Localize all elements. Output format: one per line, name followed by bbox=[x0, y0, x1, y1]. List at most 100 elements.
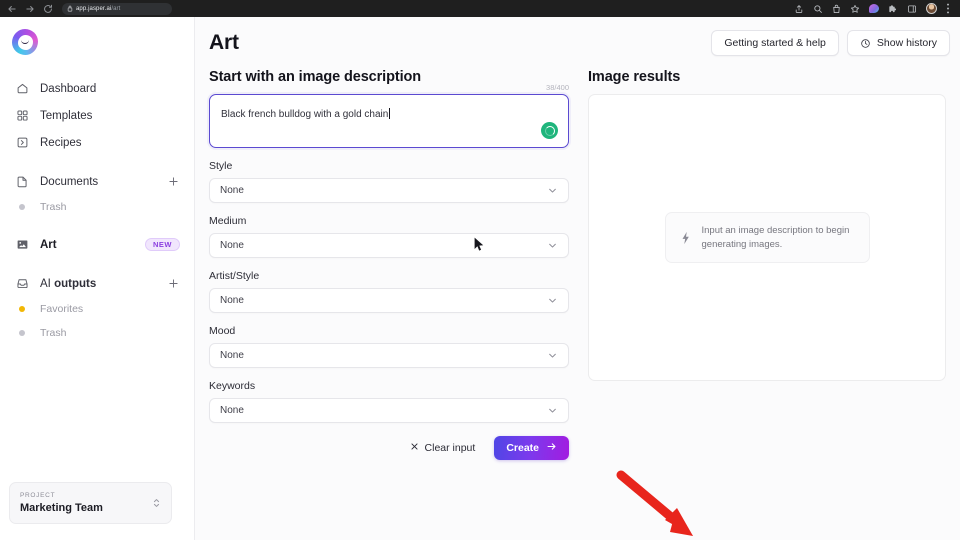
address-bar[interactable]: app.jasper.ai/art bbox=[62, 3, 172, 15]
field-label: Style bbox=[209, 160, 569, 172]
form-section-title: Start with an image description bbox=[209, 69, 421, 85]
header-actions: Getting started & help Show history bbox=[711, 30, 950, 56]
sidebar-item-favorites[interactable]: Favorites bbox=[0, 297, 194, 321]
field-mood: Mood None bbox=[209, 325, 569, 368]
trash-dot-icon bbox=[15, 326, 29, 340]
lock-icon bbox=[67, 5, 73, 12]
grid-icon bbox=[15, 109, 29, 123]
red-pointer-arrow bbox=[615, 470, 705, 540]
sidebar-item-art[interactable]: Art NEW bbox=[0, 231, 194, 258]
add-document-plus-icon[interactable] bbox=[166, 175, 180, 189]
select-value: None bbox=[220, 240, 547, 251]
results-canvas: Input an image description to begin gene… bbox=[588, 94, 946, 381]
sidebar-item-label: Art bbox=[40, 239, 134, 251]
prompt-textarea[interactable]: Black french bulldog with a gold chain bbox=[209, 94, 569, 148]
sidebar-item-label: Recipes bbox=[40, 137, 180, 149]
sidebar-item-label: AI outputs bbox=[40, 278, 155, 290]
sidebar-item-dashboard[interactable]: Dashboard bbox=[0, 75, 194, 102]
forward-arrow-icon[interactable] bbox=[24, 3, 35, 14]
sidebar-item-label: Trash bbox=[40, 201, 180, 213]
loading-spinner bbox=[541, 122, 558, 139]
medium-select[interactable]: None bbox=[209, 233, 569, 258]
clear-input-label: Clear input bbox=[425, 442, 476, 454]
recipe-icon bbox=[15, 136, 29, 150]
sidebar: Dashboard Templates Recipes Do bbox=[0, 17, 195, 540]
field-style: Style None bbox=[209, 160, 569, 203]
sidebar-item-recipes[interactable]: Recipes bbox=[0, 129, 194, 156]
sidebar-item-documents[interactable]: Documents bbox=[0, 168, 194, 195]
field-artist-style: Artist/Style None bbox=[209, 270, 569, 313]
add-ai-output-plus-icon[interactable] bbox=[166, 277, 180, 291]
show-history-label: Show history bbox=[877, 37, 937, 49]
chevron-down-icon bbox=[547, 185, 558, 196]
browser-toolbar-actions bbox=[794, 3, 954, 14]
content-columns: Start with an image description 38/400 B… bbox=[195, 69, 960, 460]
browser-toolbar: app.jasper.ai/art bbox=[0, 0, 960, 17]
text-caret bbox=[389, 108, 390, 119]
field-label: Keywords bbox=[209, 380, 569, 392]
clock-icon bbox=[860, 38, 871, 49]
page-title: Art bbox=[209, 31, 239, 55]
create-label: Create bbox=[506, 442, 539, 454]
jasper-logo[interactable] bbox=[0, 29, 194, 75]
artist-style-select[interactable]: None bbox=[209, 288, 569, 313]
select-value: None bbox=[220, 405, 547, 416]
empty-state-message: Input an image description to begin gene… bbox=[665, 212, 870, 264]
chevron-down-icon bbox=[547, 405, 558, 416]
document-icon bbox=[15, 175, 29, 189]
address-bar-url: app.jasper.ai/art bbox=[76, 6, 120, 12]
sidebar-primary-nav: Dashboard Templates Recipes bbox=[0, 75, 194, 156]
search-icon[interactable] bbox=[813, 4, 823, 14]
profile-avatar[interactable] bbox=[926, 3, 937, 14]
mood-select[interactable]: None bbox=[209, 343, 569, 368]
favorite-dot-icon bbox=[15, 302, 29, 316]
select-value: None bbox=[220, 350, 547, 361]
sidebar-item-label: Favorites bbox=[40, 303, 180, 315]
project-name: Marketing Team bbox=[20, 502, 152, 514]
home-icon bbox=[15, 82, 29, 96]
sidepanel-icon[interactable] bbox=[907, 4, 917, 14]
select-value: None bbox=[220, 185, 547, 196]
image-description-form: Start with an image description 38/400 B… bbox=[209, 69, 569, 460]
field-label: Mood bbox=[209, 325, 569, 337]
bookmark-star-icon[interactable] bbox=[850, 4, 860, 14]
reload-icon[interactable] bbox=[42, 3, 53, 14]
main-content: Art Getting started & help Show history … bbox=[195, 17, 960, 540]
create-button[interactable]: Create bbox=[494, 436, 569, 460]
field-medium: Medium None bbox=[209, 215, 569, 258]
show-history-button[interactable]: Show history bbox=[847, 30, 950, 56]
sidebar-item-label: Trash bbox=[40, 327, 180, 339]
sidebar-item-label: Documents bbox=[40, 176, 155, 188]
getting-started-help-button[interactable]: Getting started & help bbox=[711, 30, 839, 56]
inbox-icon bbox=[15, 277, 29, 291]
extensions-icon[interactable] bbox=[888, 4, 898, 14]
sidebar-item-label: Dashboard bbox=[40, 83, 180, 95]
trash-dot-icon bbox=[15, 200, 29, 214]
image-results-panel: Image results Input an image description… bbox=[588, 69, 946, 460]
arrow-right-icon bbox=[546, 441, 557, 455]
sidebar-item-label: Templates bbox=[40, 110, 180, 122]
sidebar-item-outputs-trash[interactable]: Trash bbox=[0, 321, 194, 345]
back-arrow-icon[interactable] bbox=[6, 3, 17, 14]
bag-icon[interactable] bbox=[832, 4, 841, 14]
field-label: Artist/Style bbox=[209, 270, 569, 282]
keywords-select[interactable]: None bbox=[209, 398, 569, 423]
character-counter: 38/400 bbox=[546, 83, 569, 94]
project-caption: PROJECT bbox=[20, 492, 152, 499]
project-switcher[interactable]: PROJECT Marketing Team bbox=[9, 482, 172, 524]
style-select[interactable]: None bbox=[209, 178, 569, 203]
chevron-down-icon bbox=[547, 295, 558, 306]
share-icon[interactable] bbox=[794, 4, 804, 14]
results-section-title: Image results bbox=[588, 69, 946, 85]
sidebar-item-templates[interactable]: Templates bbox=[0, 102, 194, 129]
clear-input-button[interactable]: Clear input bbox=[401, 436, 485, 460]
field-label: Medium bbox=[209, 215, 569, 227]
extension-puzzle-icon[interactable] bbox=[869, 4, 879, 13]
empty-state-text: Input an image description to begin gene… bbox=[702, 224, 855, 252]
sidebar-item-ai-outputs[interactable]: AI outputs bbox=[0, 270, 194, 297]
sidebar-item-documents-trash[interactable]: Trash bbox=[0, 195, 194, 219]
prompt-value: Black french bulldog with a gold chain bbox=[221, 109, 388, 120]
kebab-menu-icon[interactable] bbox=[946, 3, 950, 14]
select-value: None bbox=[220, 295, 547, 306]
chevron-down-icon bbox=[547, 350, 558, 361]
